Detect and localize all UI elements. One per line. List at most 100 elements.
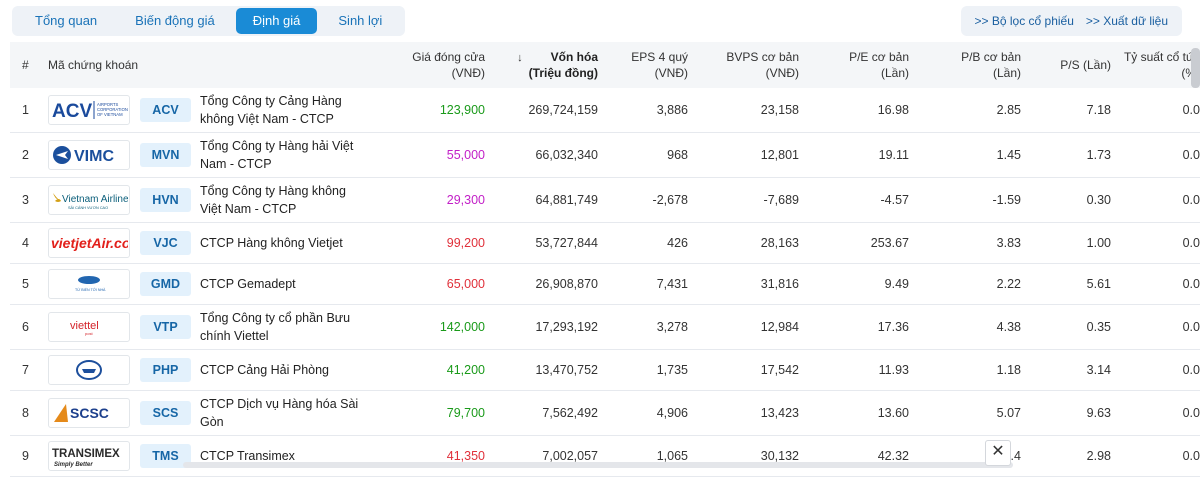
symbol-cell: TỪ BIỂN TỚI NHÀ GMD CTCP Gemadept — [40, 269, 395, 299]
col-header-bvps-line1: BVPS cơ bản — [726, 50, 799, 64]
row-index: 9 — [22, 449, 29, 463]
market-cap: 7,002,057 — [542, 449, 598, 463]
company-name[interactable]: CTCP Dịch vụ Hàng hóa Sài Gòn — [200, 395, 370, 431]
col-header-price[interactable]: Giá đóng cửa (VNĐ) — [395, 49, 497, 81]
company-name[interactable]: CTCP Hàng không Vietjet — [200, 234, 370, 252]
pe-value: -4.57 — [880, 193, 910, 207]
ps-value: 1.73 — [1086, 148, 1111, 162]
ticker-badge[interactable]: VTP — [140, 315, 191, 339]
pb-value: -1.59 — [992, 193, 1022, 207]
table-row[interactable]: 6 viettel post VTP Tổng Công ty cổ phần Bưu … — [10, 305, 1200, 350]
table-row[interactable]: 3 Vietnam Airlines SẢI CÁNH VƯƠN CAO HVN Tổn… — [10, 178, 1200, 223]
col-header-cap-line2: (Triệu đồng) — [528, 66, 598, 80]
col-header-index: # — [22, 58, 29, 72]
pb-value: 1.4 — [1003, 449, 1021, 463]
eps-value: 4,906 — [656, 406, 688, 420]
svg-text:TRANSIMEX: TRANSIMEX — [52, 448, 120, 460]
tab-price-movement[interactable]: Biến động giá — [118, 8, 232, 34]
ticker-badge[interactable]: SCS — [140, 401, 191, 425]
col-header-eps[interactable]: EPS 4 quý (VNĐ) — [610, 49, 700, 81]
company-name[interactable]: CTCP Gemadept — [200, 275, 370, 293]
row-index: 1 — [22, 103, 29, 117]
table-row[interactable]: 5 TỪ BIỂN TỚI NHÀ GMD CTCP Gemadept 65,000 26… — [10, 264, 1200, 305]
symbol-cell: ACV AIRPORTS CORPORATION OF VIETNAM ACV Tổng … — [40, 92, 395, 128]
dividend-yield-value: 0.0 — [1182, 193, 1200, 207]
bvps-value: 31,816 — [760, 277, 799, 291]
symbol-cell: VIMC MVN Tổng Công ty Hàng hải Việt Nam - … — [40, 137, 395, 173]
table-row[interactable]: 1 ACV AIRPORTS CORPORATION OF VIETNAM ACV Tổng… — [10, 88, 1200, 133]
bvps-value: 13,423 — [760, 406, 799, 420]
pe-value: 253.67 — [870, 236, 909, 250]
row-index: 4 — [22, 236, 29, 250]
col-header-pe[interactable]: P/E cơ bản (Lần) — [811, 49, 921, 81]
table-row[interactable]: 8 SCSC SCS CTCP Dịch vụ Hàng hóa Sài Gòn 79,… — [10, 391, 1200, 436]
col-header-market-cap[interactable]: ↓ Vốn hóa (Triệu đồng) — [497, 49, 610, 81]
ps-value: 5.61 — [1086, 277, 1111, 291]
symbol-cell: PHP CTCP Cảng Hải Phòng — [40, 355, 395, 385]
col-header-price-line1: Giá đóng cửa — [412, 50, 485, 64]
top-bar: Tổng quan Biến động giá Định giá Sinh lợ… — [0, 0, 1200, 42]
pb-value: 4.38 — [996, 320, 1021, 334]
row-index: 6 — [22, 320, 29, 334]
market-cap: 13,470,752 — [535, 363, 598, 377]
col-header-bvps[interactable]: BVPS cơ bản (VNĐ) — [700, 49, 811, 81]
table-row[interactable]: 4 vietjetAir.com VJC CTCP Hàng không Vietje… — [10, 223, 1200, 264]
horizontal-scrollbar[interactable] — [183, 462, 1013, 468]
close-price: 29,300 — [446, 193, 485, 207]
close-icon[interactable]: ✕ — [985, 440, 1011, 466]
dividend-yield-value: 0.0 — [1182, 363, 1200, 377]
pe-value: 9.49 — [884, 277, 909, 291]
svg-text:ACV: ACV — [52, 101, 92, 122]
pe-value: 17.36 — [877, 320, 909, 334]
dividend-yield-value: 0.0 — [1182, 449, 1200, 463]
ticker-badge[interactable]: VJC — [140, 231, 191, 255]
col-header-pb-line2: (Lần) — [992, 66, 1021, 80]
col-header-symbol[interactable]: Mã chứng khoán — [40, 57, 395, 73]
ticker-badge[interactable]: ACV — [140, 98, 191, 122]
ticker-badge[interactable]: PHP — [140, 358, 191, 382]
company-name[interactable]: Tổng Công ty Hàng không Việt Nam - CTCP — [200, 182, 370, 218]
tab-valuation[interactable]: Định giá — [235, 8, 318, 34]
eps-value: 1,735 — [656, 363, 688, 377]
pe-value: 19.11 — [878, 148, 909, 162]
symbol-cell: vietjetAir.com VJC CTCP Hàng không Vietjet — [40, 228, 395, 258]
bvps-value: 17,542 — [760, 363, 799, 377]
eps-value: -2,678 — [652, 193, 688, 207]
bvps-value: 30,132 — [760, 449, 799, 463]
company-name[interactable]: CTCP Cảng Hải Phòng — [200, 361, 370, 379]
tab-overview[interactable]: Tổng quan — [18, 8, 114, 34]
table-row[interactable]: 2 VIMC MVN Tổng Công ty Hàng hải Việt Nam -… — [10, 133, 1200, 178]
ticker-badge[interactable]: GMD — [140, 272, 191, 296]
ticker-badge[interactable]: MVN — [140, 143, 191, 167]
table-row[interactable]: 7 PHP CTCP Cảng Hải Phòng 41,200 13,470,752 1… — [10, 350, 1200, 391]
tab-profitability[interactable]: Sinh lợi — [321, 8, 399, 34]
market-cap: 269,724,159 — [528, 103, 598, 117]
col-header-eps-line2: (VNĐ) — [654, 66, 688, 80]
bvps-value: 28,163 — [760, 236, 799, 250]
ps-value: 7.18 — [1086, 103, 1111, 117]
vertical-scrollbar[interactable] — [1191, 48, 1200, 88]
svg-text:TỪ BIỂN TỚI NHÀ: TỪ BIỂN TỚI NHÀ — [75, 287, 106, 292]
ps-value: 2.98 — [1086, 449, 1111, 463]
col-header-pb[interactable]: P/B cơ bản (Lần) — [921, 49, 1033, 81]
close-price: 99,200 — [446, 236, 485, 250]
symbol-cell: SCSC SCS CTCP Dịch vụ Hàng hóa Sài Gòn — [40, 395, 395, 431]
bvps-value: 12,984 — [760, 320, 799, 334]
row-index: 5 — [22, 277, 29, 291]
row-index: 2 — [22, 148, 29, 162]
col-header-dividend-yield[interactable]: Tỷ suất cổ tức (%) — [1123, 49, 1200, 81]
ticker-badge[interactable]: HVN — [140, 188, 191, 212]
col-header-ps[interactable]: P/S (Lần) — [1033, 57, 1123, 73]
table-row[interactable]: 9 TRANSIMEX Simply Better TMS CTCP Transimex… — [10, 436, 1200, 477]
svg-text:vietjetAir.com: vietjetAir.com — [51, 235, 128, 251]
market-cap: 53,727,844 — [535, 236, 598, 250]
col-header-price-line2: (VNĐ) — [451, 66, 485, 80]
eps-value: 3,886 — [656, 103, 688, 117]
stock-filter-link[interactable]: >> Bộ lọc cổ phiếu — [969, 14, 1080, 28]
company-logo: VIMC — [48, 140, 130, 170]
export-data-link[interactable]: >> Xuất dữ liệu — [1080, 14, 1174, 28]
company-name[interactable]: Tổng Công ty cổ phần Bưu chính Viettel — [200, 309, 370, 345]
close-price: 41,350 — [446, 449, 485, 463]
company-name[interactable]: Tổng Công ty Cảng Hàng không Việt Nam - … — [200, 92, 370, 128]
company-name[interactable]: Tổng Công ty Hàng hải Việt Nam - CTCP — [200, 137, 370, 173]
